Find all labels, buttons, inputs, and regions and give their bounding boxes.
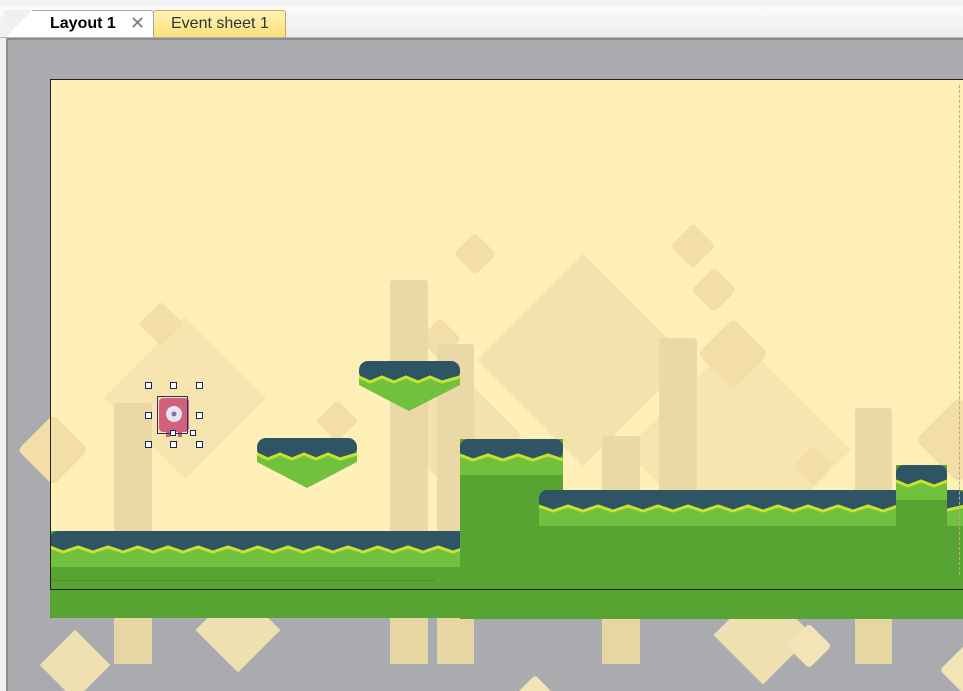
tab-layout-1[interactable]: Layout 1 ✕ <box>4 10 154 37</box>
image-point-handle[interactable] <box>190 430 196 436</box>
resize-handle-sw[interactable] <box>145 441 152 448</box>
tab-label: Event sheet 1 <box>171 15 269 32</box>
resize-handle-se[interactable] <box>196 441 203 448</box>
layout-view[interactable] <box>6 38 963 691</box>
document-tab-bar: Layout 1 ✕ Event sheet 1 <box>0 6 963 38</box>
origin-handle[interactable] <box>170 430 176 436</box>
selection-box[interactable] <box>157 396 188 434</box>
close-icon[interactable]: ✕ <box>130 11 145 36</box>
tab-label: Layout 1 <box>50 15 116 32</box>
tab-event-sheet-1[interactable]: Event sheet 1 <box>153 10 286 37</box>
resize-handle-e[interactable] <box>196 412 203 419</box>
layout-boundary <box>50 79 963 590</box>
resize-handle-ne[interactable] <box>196 382 203 389</box>
resize-handle-n[interactable] <box>170 382 177 389</box>
resize-handle-s[interactable] <box>170 441 177 448</box>
resize-handle-w[interactable] <box>145 412 152 419</box>
resize-handle-nw[interactable] <box>145 382 152 389</box>
window-size-guide <box>959 85 960 575</box>
